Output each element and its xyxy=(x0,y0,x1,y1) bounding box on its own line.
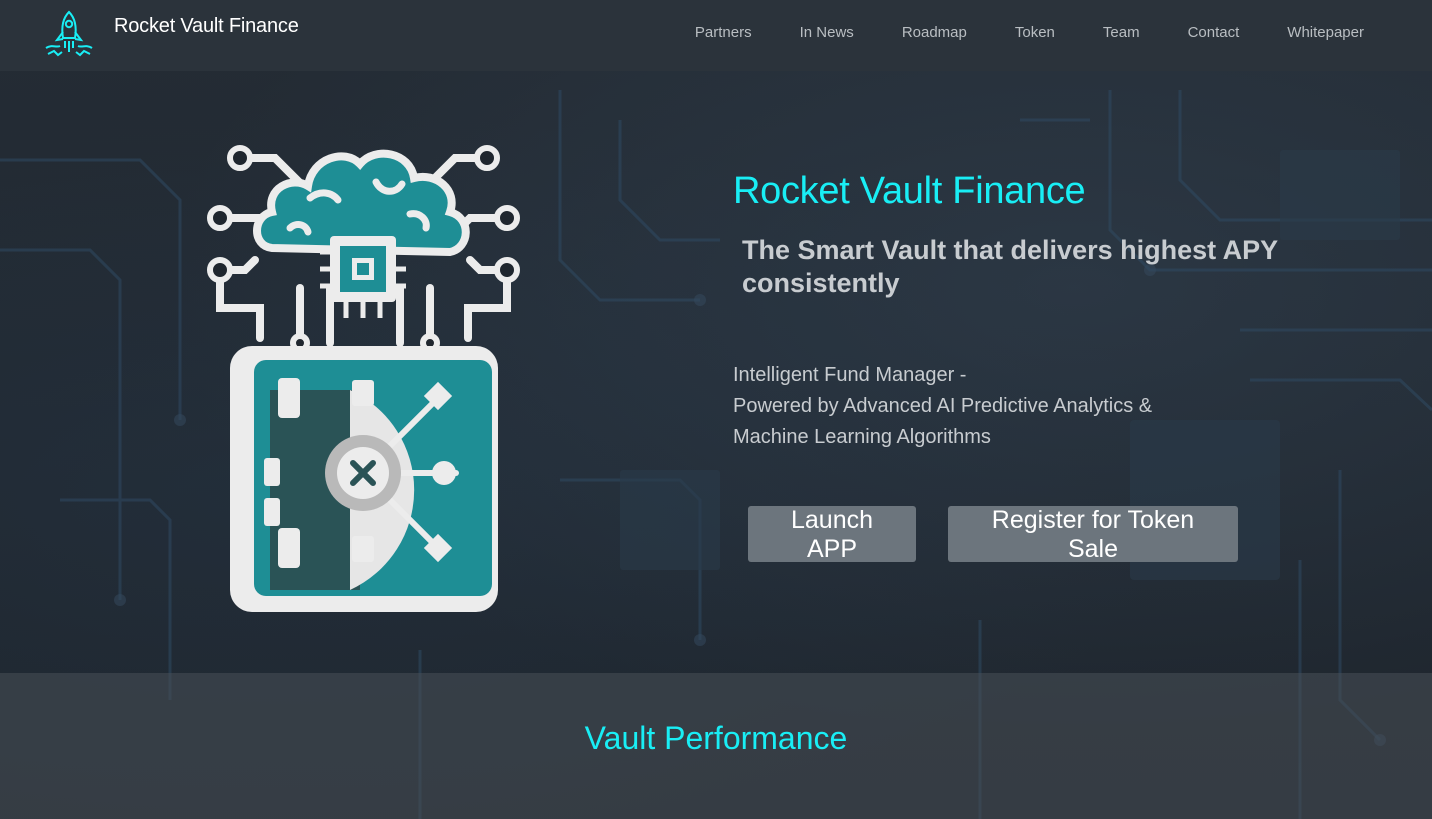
nav-item-token[interactable]: Token xyxy=(991,22,1079,44)
hero-description-line: Intelligent Fund Manager - xyxy=(733,364,967,386)
register-token-sale-button[interactable]: Register for Token Sale xyxy=(948,506,1238,563)
hero-description-line: Powered by Advanced AI Predictive Analyt… xyxy=(733,395,1153,417)
hero-description: Intelligent Fund Manager - Powered by Ad… xyxy=(733,360,1253,453)
vault-performance-title: Vault Performance xyxy=(584,720,848,756)
brand-name: Rocket Vault Finance xyxy=(114,14,299,37)
rocket-icon xyxy=(45,10,93,57)
nav-item-contact[interactable]: Contact xyxy=(1164,22,1264,44)
nav-item-in-news[interactable]: In News xyxy=(776,22,878,44)
nav-item-partners[interactable]: Partners xyxy=(671,22,776,44)
hero-description-line: Machine Learning Algorithms xyxy=(733,426,991,448)
nav-item-roadmap[interactable]: Roadmap xyxy=(878,22,991,44)
hero-title: Rocket Vault Finance xyxy=(733,170,1086,212)
launch-app-button[interactable]: Launch APP xyxy=(748,506,916,563)
brand-link[interactable]: Rocket Vault Finance xyxy=(42,8,299,62)
hero-subtitle: The Smart Vault that delivers highest AP… xyxy=(742,235,1278,298)
ai-brain-vault-icon xyxy=(207,145,520,612)
nav-item-whitepaper[interactable]: Whitepaper xyxy=(1263,22,1364,44)
nav-item-team[interactable]: Team xyxy=(1079,22,1164,44)
main-nav: Partners In News Roadmap Token Team Cont… xyxy=(671,22,1364,44)
navbar: Rocket Vault Finance Partners In News Ro… xyxy=(0,0,1432,71)
